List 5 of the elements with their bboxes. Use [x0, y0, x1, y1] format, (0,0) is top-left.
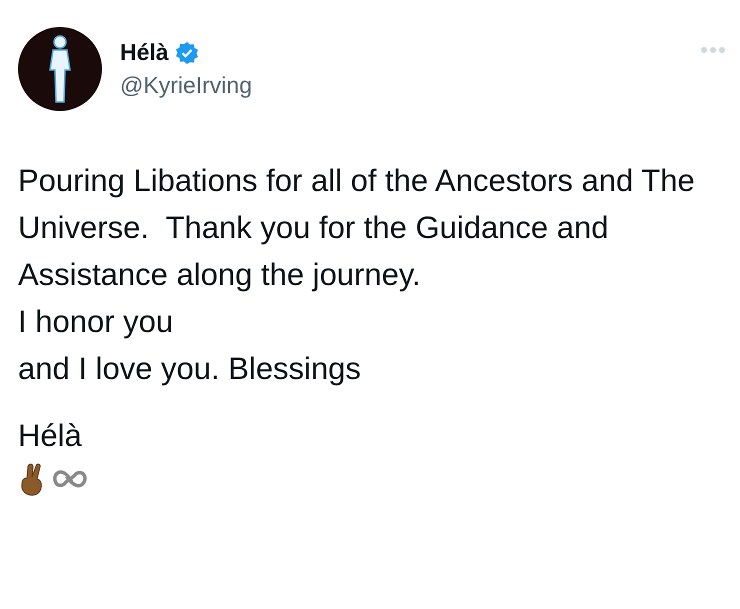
infinity-icon [52, 469, 88, 489]
author-name[interactable]: Hélà [120, 39, 169, 66]
author-handle[interactable]: @KyrieIrving [120, 72, 252, 99]
signature-text: Hélà [18, 417, 82, 455]
tweet-text: Pouring Libations for all of the Ancestors and The Universe. Thank you for the Guidance and Assistance along the journey. I honor you and I love you. Blessings [18, 162, 696, 388]
